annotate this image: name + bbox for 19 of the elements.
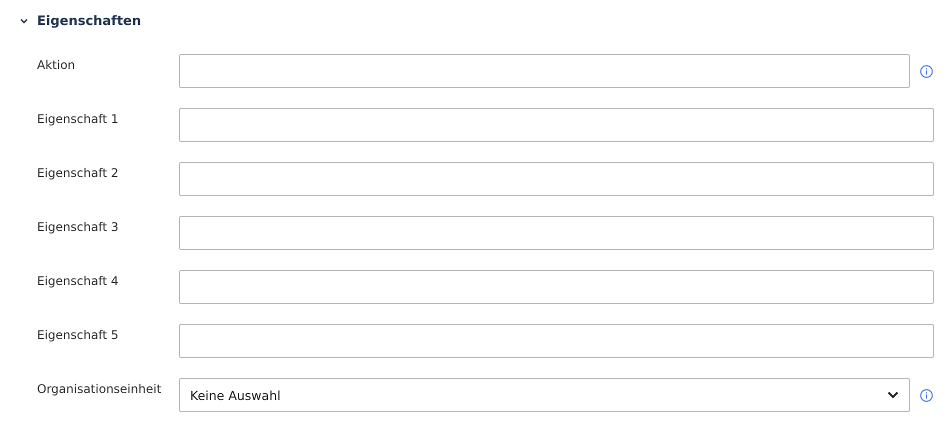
- section-title[interactable]: Eigenschaften: [37, 14, 142, 28]
- input-field[interactable]: [179, 270, 934, 304]
- field-label: Eigenschaft 3: [36, 220, 120, 234]
- field-label: Eigenschaft 1: [36, 112, 120, 126]
- dropdown-field[interactable]: Keine Auswahl: [179, 378, 910, 412]
- caret-icon: [887, 391, 899, 399]
- field-label: Eigenschaft 5: [36, 328, 120, 342]
- input-field[interactable]: [179, 162, 934, 196]
- info-icon[interactable]: [920, 388, 933, 402]
- input-field[interactable]: [179, 324, 934, 358]
- input-field[interactable]: [179, 108, 934, 142]
- chevron-icon[interactable]: [19, 16, 29, 26]
- field-label: Aktion: [36, 58, 76, 72]
- info-icon[interactable]: [920, 64, 933, 78]
- input-field[interactable]: [179, 54, 910, 88]
- field-label: Eigenschaft 2: [36, 166, 120, 180]
- input-field[interactable]: [179, 216, 934, 250]
- field-label: Eigenschaft 4: [36, 274, 120, 288]
- field-label: Organisationseinheit: [36, 382, 162, 396]
